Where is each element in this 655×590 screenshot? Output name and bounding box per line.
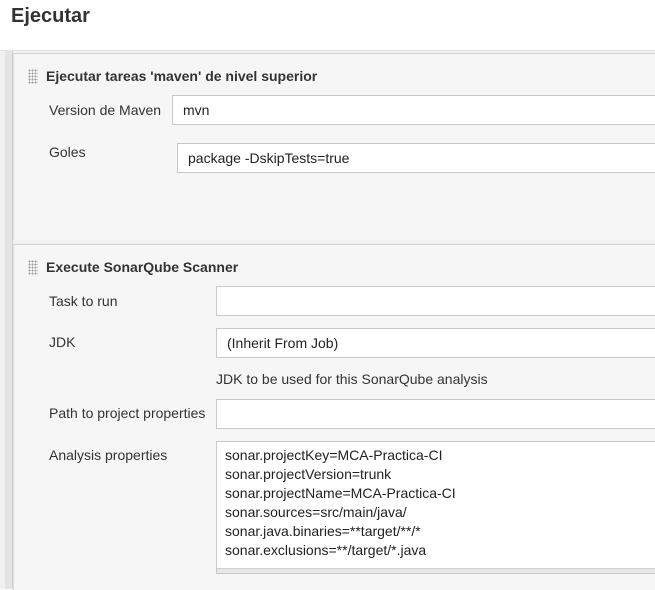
- analysis-property-line: sonar.java.binaries=**target/**/*: [225, 523, 421, 539]
- sonar-step-title: Execute SonarQube Scanner: [46, 259, 239, 275]
- maven-version-select[interactable]: mvn: [172, 95, 655, 125]
- maven-version-label: Version de Maven: [49, 102, 162, 118]
- project-properties-path-input[interactable]: [216, 399, 655, 429]
- analysis-property-line: sonar.projectVersion=trunk: [225, 466, 392, 482]
- build-steps-container: Ejecutar tareas 'maven' de nivel superio…: [0, 50, 655, 590]
- analysis-properties-label: Analysis properties: [49, 447, 168, 463]
- analysis-property-line: sonar.sources=src/main/java/: [225, 504, 407, 520]
- task-to-run-input[interactable]: [216, 286, 655, 316]
- textarea-resize-handle[interactable]: [217, 568, 655, 573]
- maven-build-step: Ejecutar tareas 'maven' de nivel superio…: [13, 53, 655, 240]
- section-rail: [5, 51, 13, 589]
- analysis-property-line: sonar.exclusions=**/target/*.java: [225, 542, 427, 558]
- project-properties-path-label: Path to project properties: [49, 405, 206, 421]
- jdk-select[interactable]: (Inherit From Job): [216, 328, 655, 358]
- page-title: Ejecutar: [11, 5, 90, 27]
- task-to-run-label: Task to run: [49, 293, 118, 309]
- analysis-property-line: sonar.projectName=MCA-Practica-CI: [225, 485, 456, 501]
- jdk-label: JDK: [49, 334, 76, 350]
- maven-step-title: Ejecutar tareas 'maven' de nivel superio…: [46, 68, 318, 84]
- analysis-property-line: sonar.projectKey=MCA-Practica-CI: [225, 447, 443, 463]
- drag-handle-icon[interactable]: [28, 69, 38, 84]
- sonarqube-build-step: Execute SonarQube Scanner Task to run JD…: [13, 244, 655, 590]
- goals-label: Goles: [49, 144, 86, 160]
- jdk-help-text: JDK to be used for this SonarQube analys…: [216, 371, 488, 387]
- drag-handle-icon[interactable]: [28, 260, 38, 275]
- analysis-properties-textarea[interactable]: sonar.projectKey=MCA-Practica-CI sonar.p…: [216, 441, 655, 574]
- goals-input[interactable]: package -DskipTests=true: [177, 143, 655, 173]
